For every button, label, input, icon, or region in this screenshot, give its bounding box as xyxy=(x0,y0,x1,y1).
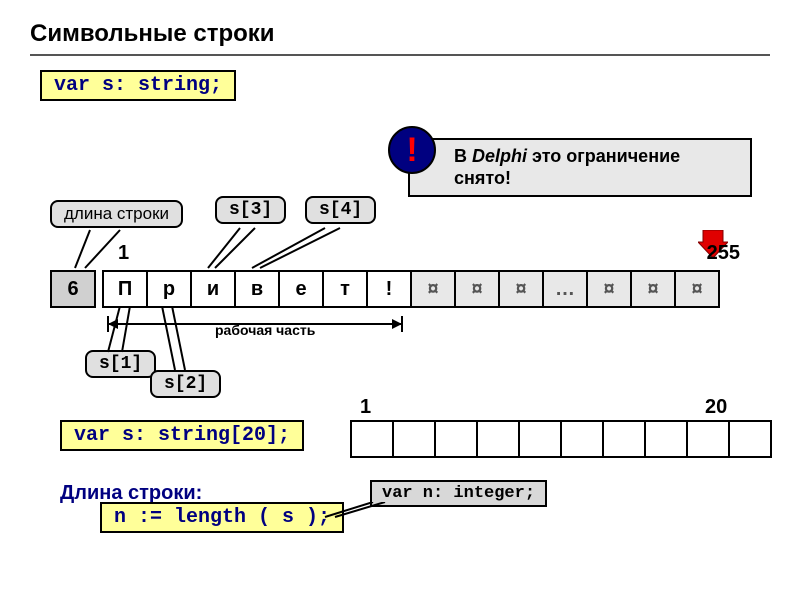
diagram: var s: string; ! В Delphi это ограничени… xyxy=(30,70,770,590)
cell-ellipsis: … xyxy=(542,270,588,308)
cell-1: П xyxy=(102,270,148,308)
index2-1: 1 xyxy=(360,396,371,419)
cell20 xyxy=(602,420,646,458)
cell-5: е xyxy=(278,270,324,308)
cell-len: 6 xyxy=(50,270,96,308)
cell-4: в xyxy=(234,270,280,308)
string20-cells xyxy=(350,420,770,458)
connector-svg-top xyxy=(30,220,430,275)
cell20 xyxy=(350,420,394,458)
index-255: 255 xyxy=(707,242,740,265)
cell20 xyxy=(392,420,436,458)
code-length-expr: n := length ( s ); xyxy=(100,502,344,533)
cell-3: и xyxy=(190,270,236,308)
connector-svg-bottom xyxy=(90,306,240,376)
note-box: ! В Delphi это ограничение снято! xyxy=(408,138,752,197)
note-em: Delphi xyxy=(472,146,527,166)
cell20 xyxy=(644,420,688,458)
note-prefix: В xyxy=(454,146,472,166)
exclamation-icon: ! xyxy=(388,126,436,174)
cell-pad: ¤ xyxy=(454,270,500,308)
divider xyxy=(30,54,770,56)
page-title: Символьные строки xyxy=(30,20,770,48)
cell20 xyxy=(728,420,772,458)
cell-pad: ¤ xyxy=(674,270,720,308)
cell20 xyxy=(518,420,562,458)
index2-20: 20 xyxy=(705,396,727,419)
cell-pad: ¤ xyxy=(498,270,544,308)
cell-2: р xyxy=(146,270,192,308)
cell-pad: ¤ xyxy=(586,270,632,308)
cell20 xyxy=(686,420,730,458)
cell-7: ! xyxy=(366,270,412,308)
cell-6: т xyxy=(322,270,368,308)
cell-pad: ¤ xyxy=(410,270,456,308)
code-var-string20: var s: string[20]; xyxy=(60,420,304,451)
code-var-string: var s: string; xyxy=(40,70,236,101)
cell20 xyxy=(560,420,604,458)
string-cells: 6 П р и в е т ! ¤ ¤ ¤ … ¤ ¤ ¤ xyxy=(50,270,718,308)
cell20 xyxy=(434,420,478,458)
connector-varint xyxy=(315,502,395,532)
cell20 xyxy=(476,420,520,458)
cell-pad: ¤ xyxy=(630,270,676,308)
code-var-int: var n: integer; xyxy=(370,480,547,507)
